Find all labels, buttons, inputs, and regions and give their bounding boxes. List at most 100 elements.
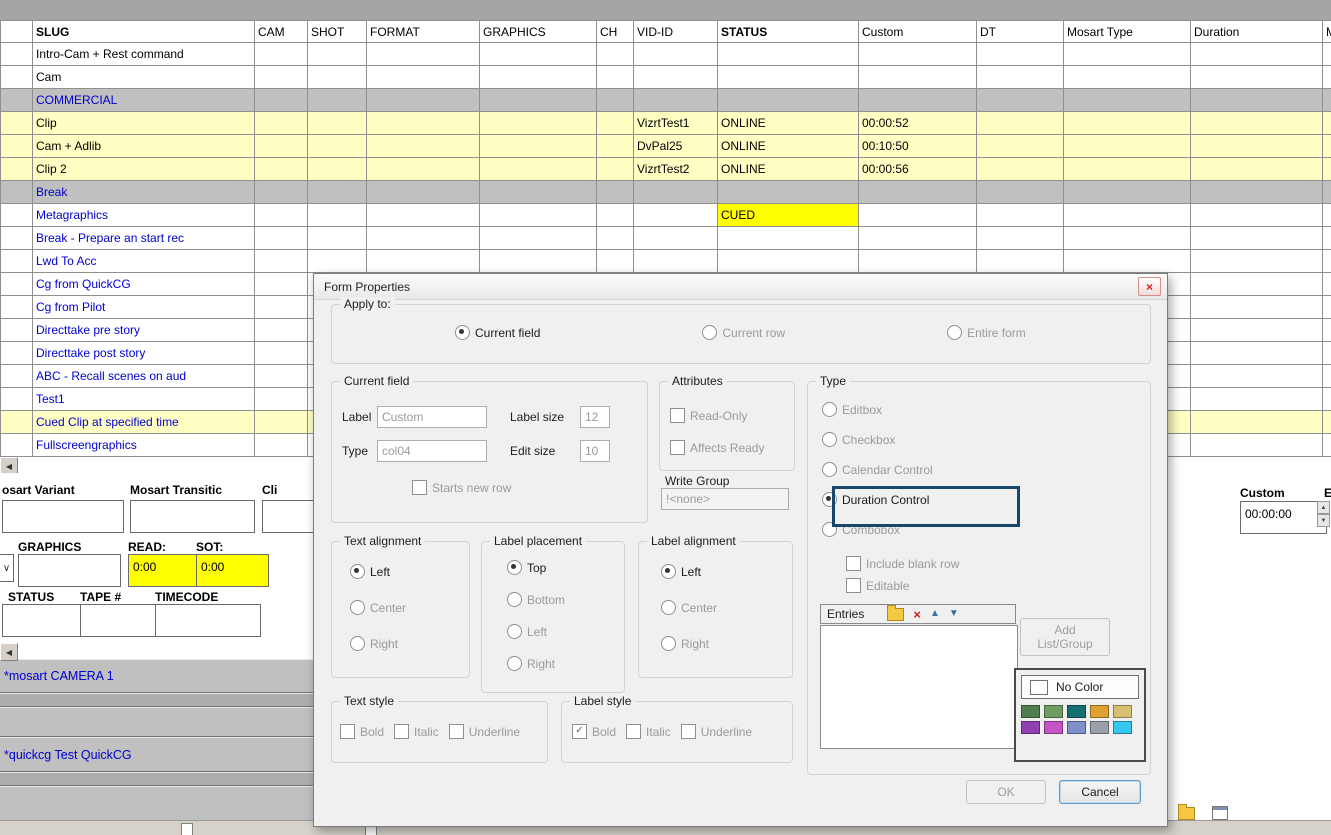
row-selector-cell[interactable]: [0, 411, 33, 434]
cell-duration[interactable]: [1191, 181, 1323, 204]
cell-vid-id[interactable]: [634, 227, 718, 250]
cell-mosart-vari[interactable]: [1323, 135, 1331, 158]
cell-custom[interactable]: [859, 66, 977, 89]
page-icon[interactable]: [181, 823, 193, 835]
rundown-row-lwd-to-acc[interactable]: Lwd To Acc: [0, 250, 1331, 273]
rundown-row-intro-cam-rest-command[interactable]: Intro-Cam + Rest command: [0, 43, 1331, 66]
column-header-format[interactable]: FORMAT: [367, 20, 480, 43]
cell-cam[interactable]: [255, 66, 308, 89]
cell-mosart-vari[interactable]: [1323, 89, 1331, 112]
cell-format[interactable]: [367, 227, 480, 250]
color-swatch[interactable]: [1113, 705, 1132, 718]
radio-left[interactable]: Left: [350, 564, 406, 579]
radio-checkbox[interactable]: Checkbox: [822, 432, 933, 447]
cell-slug[interactable]: ABC - Recall scenes on aud: [33, 365, 255, 388]
cell-cam[interactable]: [255, 388, 308, 411]
cell-cam[interactable]: [255, 135, 308, 158]
cell-status[interactable]: [718, 89, 859, 112]
cell-mosart-vari[interactable]: [1323, 66, 1331, 89]
row-selector-cell[interactable]: [0, 89, 33, 112]
cell-dt[interactable]: [977, 43, 1064, 66]
cell-duration[interactable]: [1191, 66, 1323, 89]
color-swatch[interactable]: [1067, 705, 1086, 718]
cell-cam[interactable]: [255, 112, 308, 135]
cell-mosart-vari[interactable]: [1323, 342, 1331, 365]
rundown-row-metagraphics[interactable]: MetagraphicsCUED: [0, 204, 1331, 227]
cell-mosart-vari[interactable]: [1323, 250, 1331, 273]
cell-custom[interactable]: [859, 181, 977, 204]
cell-dt[interactable]: [977, 89, 1064, 112]
cell-mosart-type[interactable]: [1064, 250, 1191, 273]
cell-duration[interactable]: [1191, 319, 1323, 342]
rundown-row-clip[interactable]: ClipVizrtTest1ONLINE00:00:52: [0, 112, 1331, 135]
cell-graphics[interactable]: [480, 135, 597, 158]
column-header-ch[interactable]: CH: [597, 20, 634, 43]
spin-down-icon[interactable]: ▼: [1317, 514, 1330, 527]
cell-mosart-vari[interactable]: [1323, 296, 1331, 319]
cell-duration[interactable]: [1191, 135, 1323, 158]
column-header-custom[interactable]: Custom: [859, 20, 977, 43]
spin-up-icon[interactable]: ▲: [1317, 501, 1330, 514]
row-selector-cell[interactable]: [0, 204, 33, 227]
cell-status[interactable]: [718, 66, 859, 89]
cell-status[interactable]: [718, 43, 859, 66]
cell-format[interactable]: [367, 43, 480, 66]
cell-ch[interactable]: [597, 135, 634, 158]
radio-calendar-control[interactable]: Calendar Control: [822, 462, 933, 477]
cell-dt[interactable]: [977, 112, 1064, 135]
cell-dt[interactable]: [977, 181, 1064, 204]
checkbox-bold[interactable]: ✓Bold: [572, 724, 616, 739]
rundown-row-cam[interactable]: Cam: [0, 66, 1331, 89]
cell-duration[interactable]: [1191, 388, 1323, 411]
cell-shot[interactable]: [308, 135, 367, 158]
cell-mosart-type[interactable]: [1064, 66, 1191, 89]
cell-mosart-vari[interactable]: [1323, 158, 1331, 181]
custom-duration-spinner[interactable]: ▲ ▼: [1317, 501, 1330, 527]
story-bar-empty[interactable]: [0, 707, 314, 737]
cell-mosart-type[interactable]: [1064, 112, 1191, 135]
row-selector-cell[interactable]: [0, 388, 33, 411]
cell-custom[interactable]: 00:00:56: [859, 158, 977, 181]
cell-slug[interactable]: Cued Clip at specified time: [33, 411, 255, 434]
cell-mosart-vari[interactable]: [1323, 227, 1331, 250]
row-selector-cell[interactable]: [0, 181, 33, 204]
cell-ch[interactable]: [597, 112, 634, 135]
cell-cam[interactable]: [255, 89, 308, 112]
column-header-selector[interactable]: [0, 20, 33, 43]
cell-cam[interactable]: [255, 43, 308, 66]
cell-cam[interactable]: [255, 434, 308, 457]
cell-duration[interactable]: [1191, 158, 1323, 181]
color-swatch[interactable]: [1044, 721, 1063, 734]
cell-format[interactable]: [367, 250, 480, 273]
cell-ch[interactable]: [597, 66, 634, 89]
cell-status[interactable]: ONLINE: [718, 135, 859, 158]
mosart-transition-input[interactable]: [130, 500, 255, 533]
cell-duration[interactable]: [1191, 411, 1323, 434]
color-swatch[interactable]: [1021, 721, 1040, 734]
combo-dropdown-icon[interactable]: ∨: [0, 554, 14, 582]
radio-top[interactable]: Top: [507, 560, 565, 575]
cell-duration[interactable]: [1191, 296, 1323, 319]
cell-shot[interactable]: [308, 89, 367, 112]
radio-center[interactable]: Center: [350, 600, 406, 615]
cell-mosart-vari[interactable]: [1323, 204, 1331, 227]
cell-vid-id[interactable]: [634, 43, 718, 66]
cell-cam[interactable]: [255, 158, 308, 181]
cell-slug[interactable]: Cg from QuickCG: [33, 273, 255, 296]
cell-duration[interactable]: [1191, 273, 1323, 296]
column-header-slug[interactable]: SLUG: [33, 20, 255, 43]
cell-mosart-vari[interactable]: [1323, 319, 1331, 342]
cell-graphics[interactable]: [480, 250, 597, 273]
color-swatch[interactable]: [1090, 721, 1109, 734]
grid-icon[interactable]: [1212, 806, 1228, 820]
cell-shot[interactable]: [308, 181, 367, 204]
folder-icon[interactable]: [1178, 807, 1195, 820]
row-selector-cell[interactable]: [0, 250, 33, 273]
color-swatch[interactable]: [1044, 705, 1063, 718]
cell-graphics[interactable]: [480, 204, 597, 227]
rundown-row-cam-adlib[interactable]: Cam + AdlibDvPal25ONLINE00:10:50: [0, 135, 1331, 158]
checkbox-italic[interactable]: Italic: [394, 724, 439, 739]
cell-status[interactable]: [718, 181, 859, 204]
cell-vid-id[interactable]: [634, 89, 718, 112]
cell-cam[interactable]: [255, 296, 308, 319]
